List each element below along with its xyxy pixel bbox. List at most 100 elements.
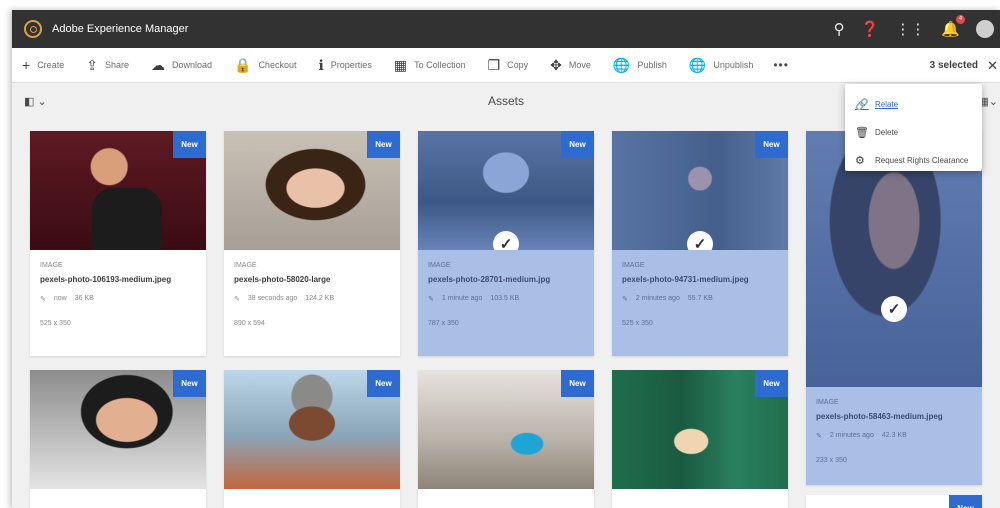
collection-icon: ▦: [393, 56, 408, 73]
asset-size: 42.3 KB: [881, 432, 907, 439]
close-selection-icon[interactable]: ✕: [987, 58, 998, 74]
asset-info: ✎ 1 minute ago 103.5 KB: [428, 295, 584, 303]
asset-info: ✎ 2 minutes ago 55.7 KB: [622, 295, 778, 303]
asset-thumbnail[interactable]: New: [30, 131, 206, 250]
asset-card[interactable]: New IMAGE pexels-photo-106193-medium.jpe…: [30, 131, 206, 356]
checkmark-icon[interactable]: ✓: [881, 296, 907, 322]
asset-modified-time: 2 minutes ago: [635, 295, 680, 302]
notifications-bell-icon[interactable]: 🔔 4: [941, 15, 965, 38]
move-label: Move: [568, 60, 591, 70]
asset-modified-time: now: [53, 295, 67, 302]
trash-icon: 🗑: [855, 126, 869, 139]
asset-meta: IMAGE pexels-photo-94731-medium.jpeg ✎ 2 …: [612, 250, 788, 327]
rights-icon: ⚙: [855, 154, 865, 167]
asset-size: 55.7 KB: [687, 295, 713, 302]
asset-card-selected[interactable]: ✓ IMAGE pexels-photo-58463-medium.jpeg ✎…: [806, 131, 982, 485]
pencil-icon: ✎: [622, 296, 628, 303]
checkout-label: Checkout: [258, 60, 297, 70]
menu-item-request-rights-clearance[interactable]: ⚙ Request Rights Clearance: [845, 146, 982, 174]
asset-type: IMAGE: [428, 262, 451, 269]
create-label: Create: [37, 60, 65, 70]
move-button[interactable]: ✥ Move: [540, 48, 603, 83]
asset-thumbnail[interactable]: New: [612, 370, 788, 489]
asset-dimensions: 890 x 594: [234, 320, 265, 327]
checkmark-icon[interactable]: ✓: [493, 231, 519, 250]
view-chevron-down-icon: ⌄: [988, 96, 998, 108]
menu-item-relate[interactable]: 🔗 Relate: [845, 90, 982, 118]
download-button[interactable]: ☁ Download: [141, 48, 224, 83]
asset-filename[interactable]: pexels-photo-94731-medium.jpeg: [622, 275, 778, 284]
publish-label: Publish: [637, 60, 667, 70]
properties-label: Properties: [330, 60, 372, 70]
asset-card-selected[interactable]: New ✓ IMAGE pexels-photo-94731-medium.jp…: [612, 131, 788, 356]
lock-icon: 🔒: [234, 56, 252, 73]
asset-filename[interactable]: pexels-photo-28701-medium.jpg: [428, 275, 584, 284]
share-button[interactable]: ⇪ Share: [76, 48, 141, 83]
asset-card[interactable]: New: [30, 370, 206, 508]
asset-filename[interactable]: pexels-photo-106193-medium.jpeg: [40, 275, 196, 284]
help-icon[interactable]: ❓: [861, 20, 880, 38]
chevron-down-icon: ⌄: [37, 96, 47, 108]
asset-filename[interactable]: pexels-photo-58020-large: [234, 275, 390, 284]
to-collection-button[interactable]: ▦ To Collection: [384, 48, 478, 83]
asset-card[interactable]: New IMAGE pexels-photo-58020-large ✎ 38 s…: [224, 131, 400, 356]
user-avatar[interactable]: [976, 20, 994, 38]
asset-thumbnail[interactable]: New ✓: [418, 131, 594, 250]
rail-panel-icon: ◧: [24, 96, 35, 108]
globe-icon: 🌐: [612, 56, 631, 73]
apps-grid-icon[interactable]: ⋮⋮: [895, 20, 925, 38]
asset-thumbnail[interactable]: New: [30, 370, 206, 489]
unpublish-button[interactable]: 🌐 Unpublish: [679, 48, 765, 83]
asset-card-selected[interactable]: New ✓ IMAGE pexels-photo-28701-medium.jp…: [418, 131, 594, 356]
asset-card[interactable]: New: [224, 370, 400, 508]
search-icon[interactable]: ⚲: [834, 20, 845, 38]
asset-dimensions: 233 x 350: [816, 457, 847, 464]
asset-meta: IMAGE pexels-photo-28701-medium.jpg ✎ 1 m…: [418, 250, 594, 327]
asset-thumbnail[interactable]: New: [418, 370, 594, 489]
asset-thumbnail[interactable]: New: [224, 370, 400, 489]
copy-button[interactable]: ❐ Copy: [478, 48, 541, 83]
aem-logo-icon[interactable]: [24, 20, 42, 38]
asset-card[interactable]: New: [418, 370, 594, 508]
asset-type: IMAGE: [816, 399, 839, 406]
asset-meta: IMAGE pexels-photo-106193-medium.jpeg ✎ n…: [30, 250, 206, 327]
more-actions-button[interactable]: •••: [773, 58, 789, 72]
selection-count: 3 selected: [929, 60, 978, 71]
download-label: Download: [171, 60, 212, 70]
rail-toggle-button[interactable]: ◧ ⌄: [24, 95, 47, 108]
move-arrows-icon: ✥: [550, 56, 562, 73]
checkout-button[interactable]: 🔒 Checkout: [224, 48, 308, 83]
menu-item-label: Delete: [875, 127, 899, 137]
asset-filename[interactable]: pexels-photo-58463-medium.jpeg: [816, 412, 972, 421]
menu-item-delete[interactable]: 🗑 Delete: [845, 118, 982, 146]
unpublish-label: Unpublish: [713, 60, 754, 70]
new-badge: New: [367, 131, 400, 158]
new-badge: New: [755, 131, 788, 158]
pencil-icon: ✎: [40, 296, 46, 303]
plus-icon: +: [22, 57, 31, 73]
new-badge: New: [755, 370, 788, 397]
asset-card[interactable]: New: [612, 370, 788, 508]
more-actions-menu: 🔗 Relate 🗑 Delete ⚙ Request Rights Clearanc…: [845, 84, 982, 171]
asset-card[interactable]: New: [806, 495, 982, 508]
asset-dimensions: 525 x 350: [40, 320, 71, 327]
share-label: Share: [104, 60, 129, 70]
global-header: Adobe Experience Manager ⚲ ❓ ⋮⋮ 🔔 4: [12, 10, 1000, 48]
globe-remove-icon: 🌐: [688, 56, 707, 73]
properties-button[interactable]: ℹ Properties: [308, 48, 383, 83]
app-title[interactable]: Adobe Experience Manager: [52, 23, 188, 35]
share-icon: ⇪: [86, 56, 98, 73]
copy-label: Copy: [507, 60, 529, 70]
asset-info: ✎ now 36 KB: [40, 295, 196, 303]
asset-thumbnail[interactable]: New ✓: [612, 131, 788, 250]
asset-thumbnail[interactable]: New: [224, 131, 400, 250]
new-badge: New: [561, 370, 594, 397]
checkmark-icon[interactable]: ✓: [687, 231, 713, 250]
new-badge: New: [173, 370, 206, 397]
asset-info: ✎ 2 minutes ago 42.3 KB: [816, 432, 972, 440]
publish-button[interactable]: 🌐 Publish: [603, 48, 679, 83]
pencil-icon: ✎: [816, 433, 822, 440]
asset-modified-time: 1 minute ago: [441, 295, 483, 302]
download-cloud-icon: ☁: [150, 56, 165, 73]
create-button[interactable]: + Create: [12, 48, 76, 83]
